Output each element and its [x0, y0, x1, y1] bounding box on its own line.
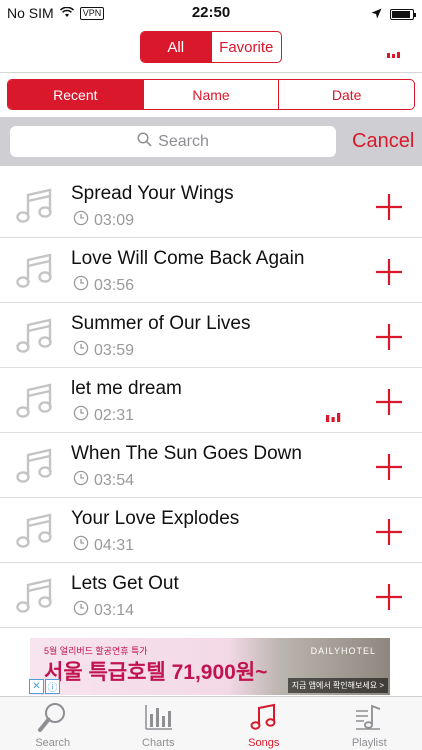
- clock-icon: [73, 340, 89, 361]
- now-playing-icon[interactable]: [387, 45, 401, 63]
- header-divider: [0, 72, 422, 73]
- tab-charts[interactable]: Charts: [106, 697, 212, 750]
- song-title: let me dream: [71, 378, 182, 399]
- sort-segmented-control: Recent Name Date: [7, 79, 415, 110]
- tab-playlist[interactable]: Playlist: [317, 697, 422, 750]
- song-title: When The Sun Goes Down: [71, 443, 302, 464]
- add-to-playlist-button[interactable]: [375, 388, 403, 421]
- song-row[interactable]: When The Sun Goes Down 03:54: [0, 433, 422, 498]
- music-note-icon: [15, 510, 57, 557]
- status-bar: No SIM VPN 22:50: [0, 0, 422, 26]
- duration-text: 03:14: [94, 601, 135, 619]
- clock-icon: [73, 275, 89, 296]
- tab-songs[interactable]: Songs: [211, 697, 317, 750]
- charts-icon: [141, 702, 175, 737]
- add-to-playlist-button[interactable]: [375, 518, 403, 551]
- song-list: Spread Your Wings 03:09 Love Will Come Bac…: [0, 173, 422, 628]
- clock-icon: [73, 600, 89, 621]
- status-time: 22:50: [191, 4, 231, 21]
- location-arrow-icon: [371, 6, 382, 22]
- ad-banner[interactable]: 5월 얼리버드 할공연휴 특가 서울 특급호텔 71,900원~ DAILYHO…: [30, 638, 390, 695]
- search-input[interactable]: Search: [10, 126, 336, 157]
- song-duration: 02:31: [73, 405, 134, 426]
- status-right: [371, 6, 416, 22]
- clock-icon: [73, 535, 89, 556]
- sort-tab-recent[interactable]: Recent: [8, 80, 143, 109]
- sort-tab-name[interactable]: Name: [142, 80, 279, 109]
- song-duration: 03:14: [73, 600, 134, 621]
- ad-controls: ✕ ⓘ: [29, 679, 60, 694]
- song-title: Summer of Our Lives: [71, 313, 251, 334]
- search-icon: [137, 131, 152, 152]
- search-bar: Search Cancel: [0, 117, 422, 166]
- song-duration: 03:54: [73, 470, 134, 491]
- song-title: Love Will Come Back Again: [71, 248, 305, 269]
- music-note-icon: [15, 380, 57, 427]
- filter-segmented-control: All Favorite: [140, 31, 282, 63]
- song-row[interactable]: Spread Your Wings 03:09: [0, 173, 422, 238]
- music-note-icon: [15, 315, 57, 362]
- add-to-playlist-button[interactable]: [375, 583, 403, 616]
- search-icon: [36, 702, 70, 737]
- tab-songs-label: Songs: [248, 737, 280, 749]
- add-to-playlist-button[interactable]: [375, 323, 403, 356]
- battery-fill: [392, 10, 410, 18]
- ad-cta[interactable]: 지금 앱에서 확인해보세요 >: [287, 678, 388, 693]
- music-note-icon: [15, 250, 57, 297]
- add-to-playlist-button[interactable]: [375, 453, 403, 486]
- song-row[interactable]: Love Will Come Back Again 03:56: [0, 238, 422, 303]
- ad-brand: DAILYHOTEL: [310, 646, 376, 656]
- battery-icon: [390, 8, 416, 20]
- playlist-icon: [352, 702, 386, 737]
- tab-search-label: Search: [35, 737, 71, 749]
- tab-bar: Search Charts Songs Playlist: [0, 696, 422, 750]
- clock-icon: [73, 405, 89, 426]
- song-duration: 04:31: [73, 535, 134, 556]
- ad-info-icon[interactable]: ⓘ: [45, 679, 60, 694]
- song-row[interactable]: Your Love Explodes 04:31: [0, 498, 422, 563]
- ad-line-2: 서울 특급호텔 71,900원~: [44, 661, 268, 684]
- filter-tab-all[interactable]: All: [141, 32, 211, 62]
- duration-text: 03:59: [94, 341, 135, 359]
- duration-text: 03:56: [94, 276, 135, 294]
- music-note-icon: [15, 185, 57, 232]
- duration-text: 03:54: [94, 471, 135, 489]
- song-row[interactable]: Lets Get Out 03:14: [0, 563, 422, 628]
- filter-tab-favorite[interactable]: Favorite: [210, 32, 282, 62]
- song-title: Lets Get Out: [71, 573, 179, 594]
- song-row[interactable]: Summer of Our Lives 03:59: [0, 303, 422, 368]
- tab-playlist-label: Playlist: [351, 737, 387, 749]
- clock-icon: [73, 470, 89, 491]
- music-note-icon: [15, 445, 57, 492]
- music-note-icon: [247, 702, 281, 737]
- clock-icon: [73, 210, 89, 231]
- music-note-icon: [15, 575, 57, 622]
- duration-text: 03:09: [94, 211, 135, 229]
- add-to-playlist-button[interactable]: [375, 258, 403, 291]
- song-title: Spread Your Wings: [71, 183, 234, 204]
- song-duration: 03:09: [73, 210, 134, 231]
- song-duration: 03:56: [73, 275, 134, 296]
- tab-search[interactable]: Search: [0, 697, 106, 750]
- tab-charts-label: Charts: [142, 737, 175, 749]
- now-playing-indicator-icon: [326, 409, 341, 427]
- search-placeholder: Search: [158, 132, 209, 150]
- song-title: Your Love Explodes: [71, 508, 240, 529]
- duration-text: 02:31: [94, 406, 135, 424]
- add-to-playlist-button[interactable]: [375, 193, 403, 226]
- ad-close-icon[interactable]: ✕: [29, 679, 44, 694]
- song-duration: 03:59: [73, 340, 134, 361]
- song-row[interactable]: let me dream 02:31: [0, 368, 422, 433]
- sort-tab-date[interactable]: Date: [278, 80, 414, 109]
- duration-text: 04:31: [94, 536, 135, 554]
- cancel-button[interactable]: Cancel: [352, 130, 414, 153]
